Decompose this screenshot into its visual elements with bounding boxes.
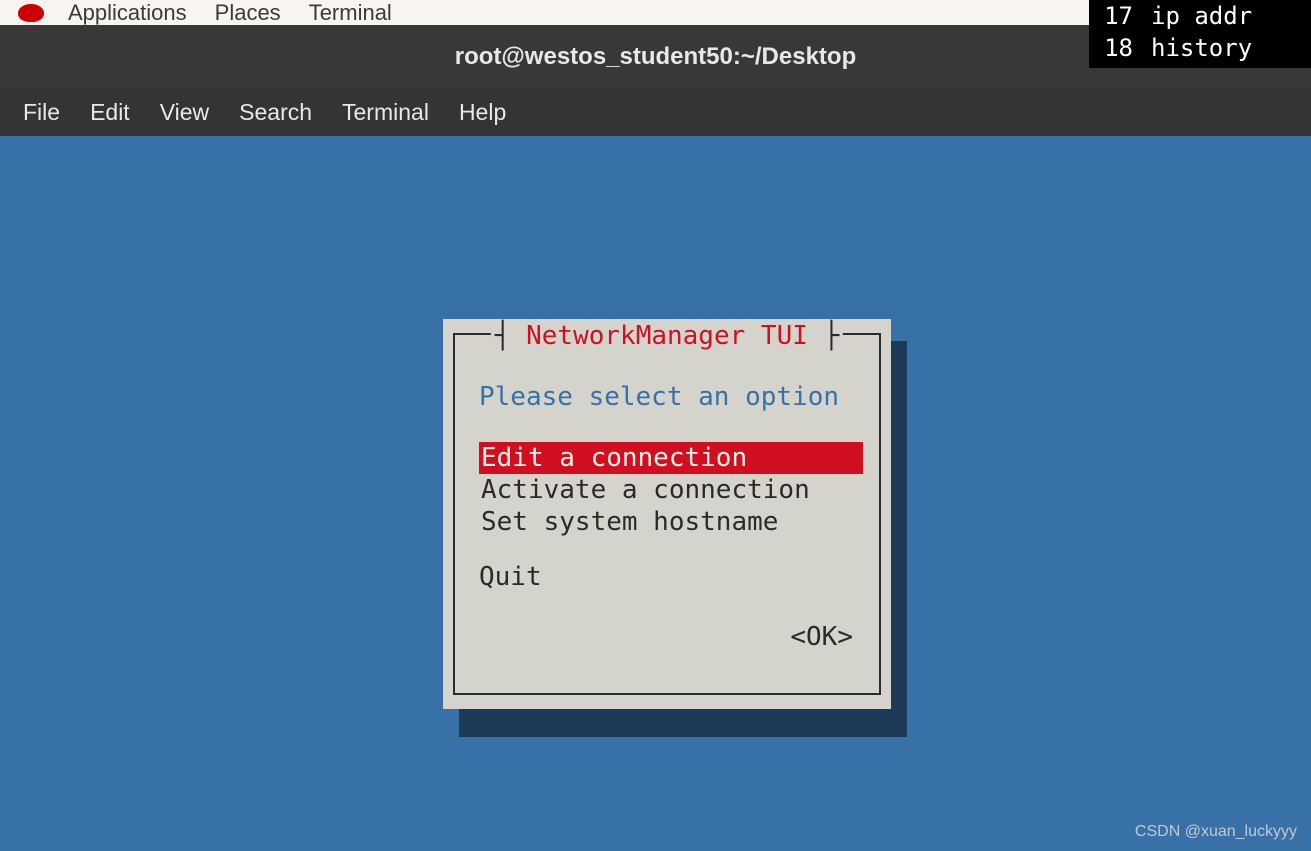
history-num: 17 bbox=[1095, 0, 1151, 32]
redhat-icon bbox=[18, 4, 44, 22]
tui-border: ┤ NetworkManager TUI ├ Please select an … bbox=[453, 333, 881, 695]
option-quit[interactable]: Quit bbox=[479, 562, 542, 592]
panel-places[interactable]: Places bbox=[201, 0, 295, 26]
menu-search[interactable]: Search bbox=[224, 99, 327, 126]
option-set-hostname[interactable]: Set system hostname bbox=[479, 506, 863, 538]
menu-terminal[interactable]: Terminal bbox=[327, 99, 444, 126]
option-edit-connection[interactable]: Edit a connection bbox=[479, 442, 863, 474]
panel-applications[interactable]: Applications bbox=[54, 0, 201, 26]
history-cmd: ip addr bbox=[1151, 0, 1252, 32]
watermark: CSDN @xuan_luckyyy bbox=[1135, 823, 1297, 841]
history-line-17: 17 ip addr bbox=[1095, 0, 1305, 32]
menu-help[interactable]: Help bbox=[444, 99, 521, 126]
history-cmd: history bbox=[1151, 32, 1252, 64]
panel-terminal[interactable]: Terminal bbox=[295, 0, 406, 26]
terminal-menu-bar: File Edit View Search Terminal Help bbox=[0, 89, 1311, 136]
history-num: 18 bbox=[1095, 32, 1151, 64]
ok-button[interactable]: <OK> bbox=[790, 622, 853, 652]
menu-edit[interactable]: Edit bbox=[75, 99, 145, 126]
menu-view[interactable]: View bbox=[145, 99, 224, 126]
background-terminal: 17 ip addr 18 history bbox=[1089, 0, 1311, 68]
tui-title: ┤ NetworkManager TUI ├ bbox=[491, 321, 843, 351]
history-line-18: 18 history bbox=[1095, 32, 1305, 64]
tui-title-text: NetworkManager TUI bbox=[526, 321, 808, 351]
nmtui-dialog: ┤ NetworkManager TUI ├ Please select an … bbox=[443, 319, 891, 709]
menu-file[interactable]: File bbox=[8, 99, 75, 126]
option-activate-connection[interactable]: Activate a connection bbox=[479, 474, 863, 506]
tui-prompt: Please select an option bbox=[479, 382, 839, 412]
window-title: root@westos_student50:~/Desktop bbox=[455, 43, 856, 71]
tui-option-list: Edit a connection Activate a connection … bbox=[479, 442, 863, 538]
